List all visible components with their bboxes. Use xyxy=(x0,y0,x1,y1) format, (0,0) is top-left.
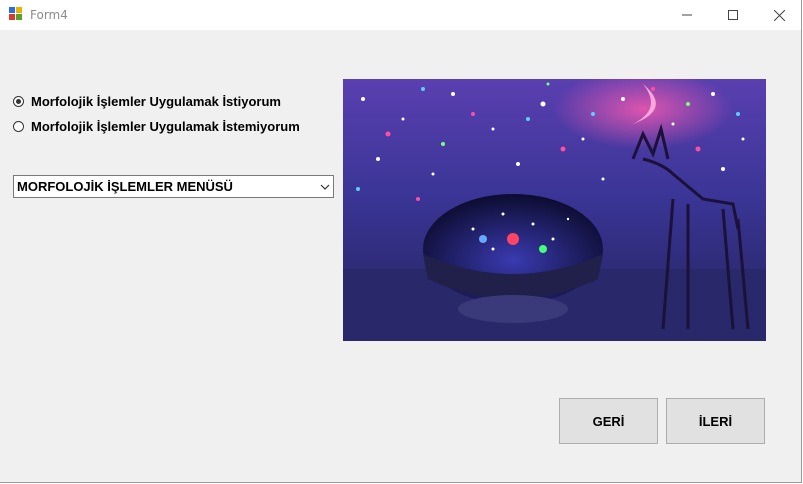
radio-apply-morphology[interactable]: Morfolojik İşlemler Uygulamak İstiyorum xyxy=(12,92,281,110)
radio-label-apply: Morfolojik İşlemler Uygulamak İstiyorum xyxy=(31,93,281,109)
dropdown-selected-value: MORFOLOJİK İŞLEMLER MENÜSÜ xyxy=(17,179,233,194)
close-icon xyxy=(773,9,785,21)
form-window: Form4 Morfolojik İşlemler Uygulamak İsti… xyxy=(0,0,802,483)
window-title: Form4 xyxy=(30,8,68,22)
title-bar[interactable]: Form4 xyxy=(0,0,801,30)
radio-button-checked[interactable] xyxy=(13,95,24,107)
chevron-down-icon[interactable] xyxy=(320,183,330,191)
close-button[interactable] xyxy=(756,0,802,30)
radio-label-skip: Morfolojik İşlemler Uygulamak İstemiyoru… xyxy=(31,118,300,134)
maximize-button[interactable] xyxy=(710,0,756,30)
back-button[interactable]: GERİ xyxy=(559,398,658,444)
next-button[interactable]: İLERİ xyxy=(666,398,765,444)
windows-forms-icon xyxy=(9,7,22,20)
radio-skip-morphology[interactable]: Morfolojik İşlemler Uygulamak İstemiyoru… xyxy=(12,117,300,135)
radio-button-unchecked[interactable] xyxy=(13,120,24,132)
minimize-icon xyxy=(682,14,692,16)
maximize-icon xyxy=(728,10,738,20)
morphology-menu-dropdown[interactable]: MORFOLOJİK İŞLEMLER MENÜSÜ xyxy=(13,175,334,198)
minimize-button[interactable] xyxy=(664,0,710,30)
star-projector-image xyxy=(343,79,766,341)
